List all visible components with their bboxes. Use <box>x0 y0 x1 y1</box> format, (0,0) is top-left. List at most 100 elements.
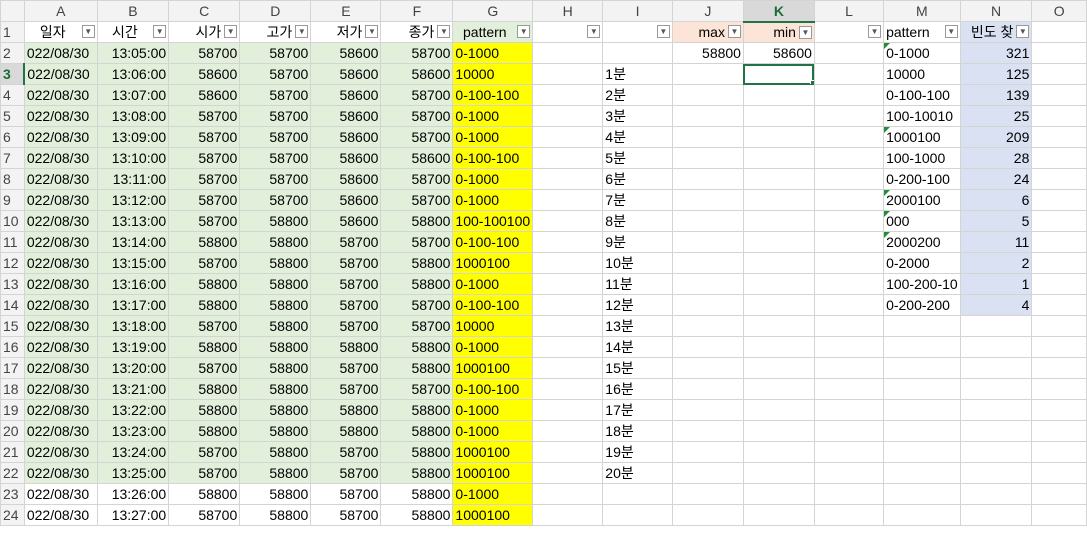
cell-n-11[interactable]: 11 <box>959 231 1033 253</box>
filter-header-d[interactable]: 고가 ▼ <box>239 21 312 43</box>
cell-l-8[interactable] <box>813 168 885 190</box>
cell-o-7[interactable] <box>1031 147 1087 169</box>
cell-pattern-10[interactable]: 100-100100 <box>452 210 534 232</box>
cell-open-8[interactable]: 58700 <box>168 168 241 190</box>
filter-header-c[interactable]: 시가 ▼ <box>168 21 241 43</box>
cell-j-21[interactable] <box>671 441 744 463</box>
cell-n-3[interactable]: 125 <box>959 63 1033 85</box>
chevron-down-icon[interactable]: ▼ <box>295 25 309 38</box>
cell-o-5[interactable] <box>1031 105 1087 127</box>
cell-low-24[interactable]: 58700 <box>310 504 382 526</box>
cell-close-2[interactable]: 58700 <box>380 42 454 64</box>
cell-pattern-3[interactable]: 10000 <box>452 63 534 85</box>
cell-i-14[interactable]: 12분 <box>602 294 673 316</box>
cell-high-22[interactable]: 58800 <box>239 462 312 484</box>
cell-time-20[interactable]: 13:23:00 <box>96 420 170 442</box>
cell-n-13[interactable]: 1 <box>959 273 1033 295</box>
filter-header-k[interactable]: min ▼ <box>742 21 815 43</box>
cell-time-12[interactable]: 13:15:00 <box>96 252 170 274</box>
cell-time-15[interactable]: 13:18:00 <box>96 315 170 337</box>
cell-m-15[interactable] <box>883 315 961 337</box>
cell-open-21[interactable]: 58700 <box>168 441 241 463</box>
cell-k-9[interactable] <box>742 189 815 211</box>
cell-time-4[interactable]: 13:07:00 <box>96 84 170 106</box>
cell-date-13[interactable]: 022/08/30 <box>23 273 98 295</box>
filter-header-b[interactable]: 시간 ▼ <box>96 21 170 43</box>
cell-l-3[interactable] <box>813 63 885 85</box>
cell-j-2[interactable]: 58800 <box>671 42 744 64</box>
cell-o-17[interactable] <box>1031 357 1087 379</box>
chevron-down-icon[interactable]: ▼ <box>727 25 741 38</box>
cell-open-6[interactable]: 58700 <box>168 126 241 148</box>
filter-header-a[interactable]: 일자 ▼ <box>23 21 98 43</box>
cell-j-3[interactable] <box>671 63 744 85</box>
cell-close-21[interactable]: 58800 <box>380 441 454 463</box>
cell-j-20[interactable] <box>671 420 744 442</box>
column-header-o[interactable]: O <box>1031 0 1087 22</box>
cell-open-5[interactable]: 58700 <box>168 105 241 127</box>
chevron-down-icon[interactable]: ▼ <box>153 25 167 38</box>
cell-i-13[interactable]: 11분 <box>602 273 673 295</box>
row-header-10[interactable]: 10 <box>0 210 25 232</box>
cell-pattern-17[interactable]: 1000100 <box>452 357 534 379</box>
cell-close-22[interactable]: 58800 <box>380 462 454 484</box>
column-header-g[interactable]: G <box>452 0 534 22</box>
select-all-corner[interactable] <box>0 0 25 22</box>
cell-k-15[interactable] <box>742 315 815 337</box>
cell-pattern-8[interactable]: 0-1000 <box>452 168 534 190</box>
cell-m-11[interactable]: 2000200 <box>883 231 961 253</box>
cell-pattern-23[interactable]: 0-1000 <box>452 483 534 505</box>
cell-time-10[interactable]: 13:13:00 <box>96 210 170 232</box>
cell-date-7[interactable]: 022/08/30 <box>23 147 98 169</box>
filter-header-j[interactable]: max ▼ <box>671 21 744 43</box>
cell-j-15[interactable] <box>671 315 744 337</box>
filter-header-h[interactable]: ▼ <box>532 21 604 43</box>
cell-o-12[interactable] <box>1031 252 1087 274</box>
cell-high-4[interactable]: 58700 <box>239 84 312 106</box>
cell-open-13[interactable]: 58800 <box>168 273 241 295</box>
cell-l-4[interactable] <box>813 84 885 106</box>
cell-n-10[interactable]: 5 <box>959 210 1033 232</box>
cell-pattern-18[interactable]: 0-100-100 <box>452 378 534 400</box>
column-header-m[interactable]: M <box>883 0 961 22</box>
cell-l-13[interactable] <box>813 273 885 295</box>
cell-i-24[interactable] <box>602 504 673 526</box>
cell-date-14[interactable]: 022/08/30 <box>23 294 98 316</box>
row-header-15[interactable]: 15 <box>0 315 25 337</box>
cell-date-4[interactable]: 022/08/30 <box>23 84 98 106</box>
cell-low-5[interactable]: 58600 <box>310 105 382 127</box>
cell-m-7[interactable]: 100-1000 <box>883 147 961 169</box>
cell-k-7[interactable] <box>742 147 815 169</box>
cell-o-10[interactable] <box>1031 210 1087 232</box>
cell-date-22[interactable]: 022/08/30 <box>23 462 98 484</box>
cell-i-15[interactable]: 13분 <box>602 315 673 337</box>
cell-high-7[interactable]: 58700 <box>239 147 312 169</box>
cell-j-7[interactable] <box>671 147 744 169</box>
cell-h-15[interactable] <box>532 315 604 337</box>
cell-i-5[interactable]: 3분 <box>602 105 673 127</box>
cell-close-9[interactable]: 58700 <box>380 189 454 211</box>
column-header-j[interactable]: J <box>671 0 744 22</box>
cell-m-22[interactable] <box>883 462 961 484</box>
cell-m-4[interactable]: 0-100-100 <box>883 84 961 106</box>
cell-m-19[interactable] <box>883 399 961 421</box>
cell-pattern-6[interactable]: 0-1000 <box>452 126 534 148</box>
cell-close-18[interactable]: 58700 <box>380 378 454 400</box>
cell-open-23[interactable]: 58800 <box>168 483 241 505</box>
cell-k-20[interactable] <box>742 420 815 442</box>
cell-date-5[interactable]: 022/08/30 <box>23 105 98 127</box>
cell-k-12[interactable] <box>742 252 815 274</box>
cell-k-10[interactable] <box>742 210 815 232</box>
cell-h-2[interactable] <box>532 42 604 64</box>
cell-i-17[interactable]: 15분 <box>602 357 673 379</box>
column-header-a[interactable]: A <box>23 0 98 22</box>
cell-j-10[interactable] <box>671 210 744 232</box>
cell-m-20[interactable] <box>883 420 961 442</box>
row-header-7[interactable]: 7 <box>0 147 25 169</box>
cell-l-5[interactable] <box>813 105 885 127</box>
cell-open-10[interactable]: 58700 <box>168 210 241 232</box>
cell-low-21[interactable]: 58700 <box>310 441 382 463</box>
cell-low-3[interactable]: 58600 <box>310 63 382 85</box>
row-header-17[interactable]: 17 <box>0 357 25 379</box>
cell-m-14[interactable]: 0-200-200 <box>883 294 961 316</box>
